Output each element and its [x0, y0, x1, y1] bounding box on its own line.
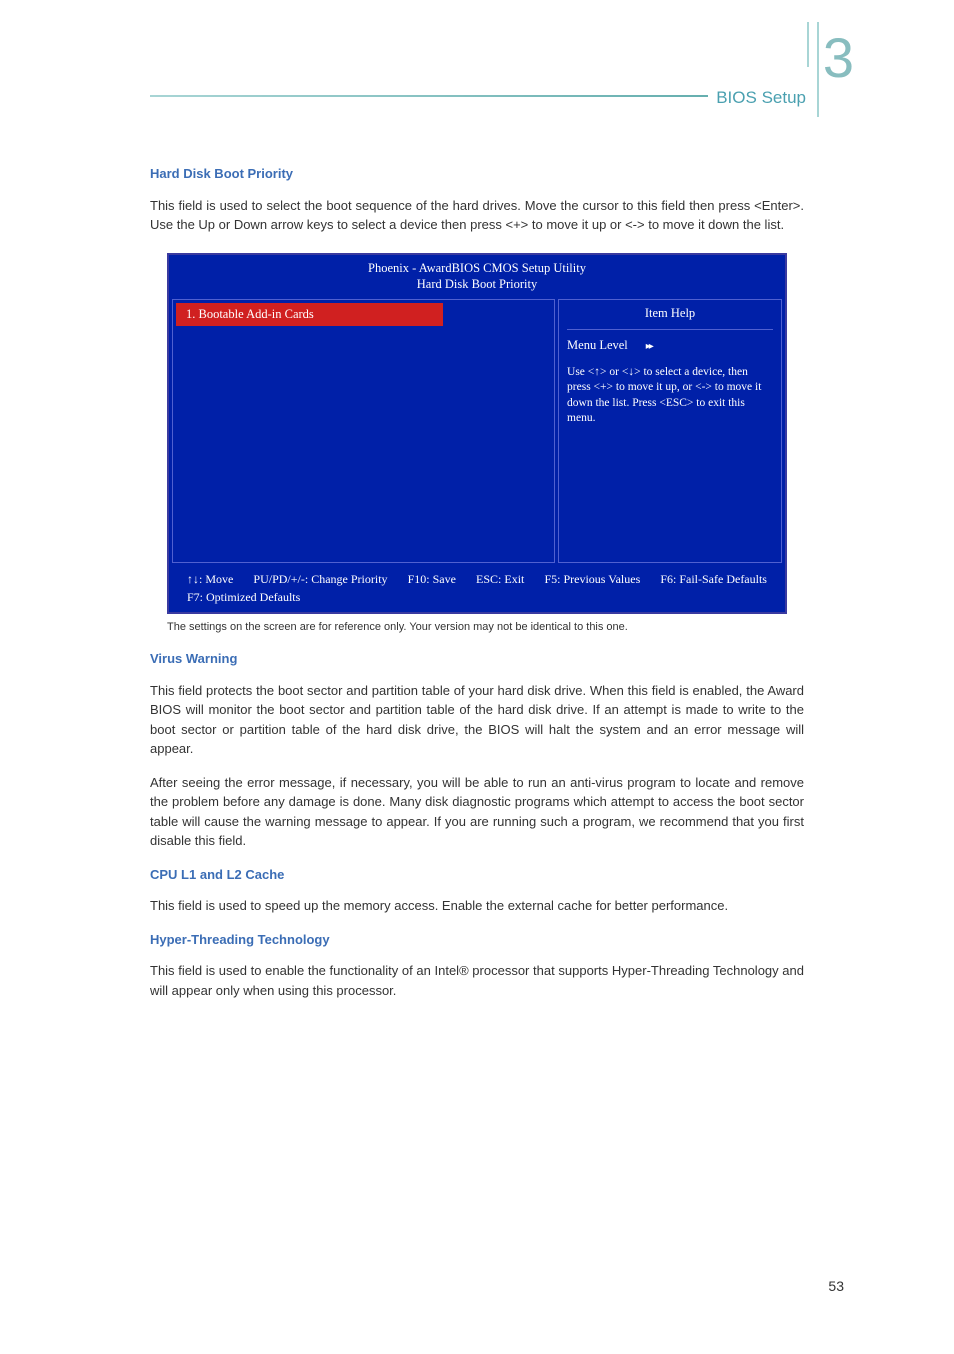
bios-footer-exit: ESC: Exit	[476, 570, 524, 588]
bios-footer-failsafe: F6: Fail-Safe Defaults	[660, 570, 767, 588]
text-hyper-threading: This field is used to enable the functio…	[150, 961, 804, 1000]
bios-footer-change: PU/PD/+/-: Change Priority	[253, 570, 387, 588]
page-number: 53	[828, 1278, 844, 1294]
heading-cpu-cache: CPU L1 and L2 Cache	[150, 865, 804, 885]
text-hard-disk-body: This field is used to select the boot se…	[150, 196, 804, 235]
text-virus-warning-1: This field protects the boot sector and …	[150, 681, 804, 759]
bios-help-title: Item Help	[567, 304, 773, 330]
bios-screenshot: Phoenix - AwardBIOS CMOS Setup Utility H…	[167, 253, 787, 615]
chapter-number: 3	[823, 25, 854, 90]
bios-selected-item: 1. Bootable Add-in Cards	[176, 303, 443, 326]
heading-hard-disk-boot-priority: Hard Disk Boot Priority	[150, 164, 804, 184]
page-header-title: BIOS Setup	[708, 88, 806, 108]
bios-footer-move: ↑↓: Move	[187, 570, 233, 588]
bios-title-2: Hard Disk Boot Priority	[169, 276, 785, 292]
bios-help-text: Use <↑> or <↓> to select a device, then …	[567, 365, 773, 427]
bios-footer-save: F10: Save	[408, 570, 456, 588]
bios-footer-optimized: F7: Optimized Defaults	[187, 588, 300, 606]
heading-hyper-threading: Hyper-Threading Technology	[150, 930, 804, 950]
text-virus-warning-2: After seeing the error message, if neces…	[150, 773, 804, 851]
bios-title-1: Phoenix - AwardBIOS CMOS Setup Utility	[169, 260, 785, 276]
bios-menu-level: Menu Level	[567, 336, 773, 355]
bios-caption: The settings on the screen are for refer…	[167, 620, 787, 635]
heading-virus-warning: Virus Warning	[150, 649, 804, 669]
bios-footer-prev: F5: Previous Values	[544, 570, 640, 588]
text-cpu-cache: This field is used to speed up the memor…	[150, 896, 804, 916]
